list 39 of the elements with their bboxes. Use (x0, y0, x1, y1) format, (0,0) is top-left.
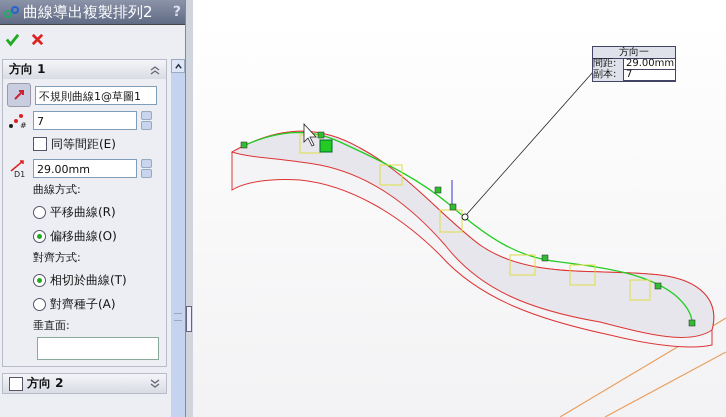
normal-plane-label: 垂直面: (32, 318, 71, 334)
collapse-handle[interactable] (186, 306, 192, 332)
instance-count-field[interactable]: 7 (33, 110, 137, 130)
callout-value[interactable]: 29.00mm (623, 59, 675, 70)
equal-spacing-checkbox[interactable] (33, 137, 47, 151)
reverse-arrow-icon (12, 88, 26, 102)
reverse-direction-button[interactable] (7, 83, 31, 107)
scroll-up-button[interactable] (171, 59, 186, 73)
callout-label: 間距: (593, 59, 623, 70)
direction-2-header[interactable]: 方向 2 (2, 373, 168, 394)
radio-button[interactable] (33, 206, 46, 218)
pattern-icon (4, 4, 20, 20)
collapse-icon[interactable] (150, 64, 160, 74)
option-label: 平移曲線(R) (50, 204, 116, 220)
direction-1-title: 方向 1 (9, 61, 47, 78)
radio-button[interactable] (33, 298, 46, 310)
cancel-icon[interactable] (30, 32, 45, 46)
radio-button[interactable] (33, 230, 46, 242)
curve-field[interactable]: 不規則曲線1@草圖1 (35, 86, 157, 104)
scrollbar[interactable] (171, 59, 186, 417)
panel-title: 曲線導出複製排列2 (23, 2, 154, 22)
normal-plane-field[interactable] (37, 337, 159, 360)
curve-method-label: 曲線方式: (32, 182, 82, 198)
callout-title: 方向一 (593, 47, 675, 59)
direction-1-header[interactable]: 方向 1 (3, 60, 166, 79)
direction-2-title: 方向 2 (27, 375, 65, 392)
option-label: 對齊種子(A) (50, 296, 116, 312)
option-label: 偏移曲線(O) (50, 228, 117, 244)
alignment-method-label: 對齊方式: (32, 250, 82, 266)
mouse-pointer-icon (304, 122, 317, 147)
spacing-field[interactable]: 29.00mm (33, 158, 137, 178)
radio-button[interactable] (33, 274, 46, 286)
option-label: 相切於曲線(T) (50, 272, 127, 288)
expand-icon[interactable] (150, 378, 160, 388)
callout-value[interactable]: 7 (623, 70, 675, 81)
direction-2-checkbox[interactable] (9, 376, 23, 390)
equal-spacing-label: 同等間距(E) (51, 136, 116, 152)
callout-label: 副本: (593, 70, 623, 81)
ok-check-icon[interactable] (5, 32, 20, 46)
